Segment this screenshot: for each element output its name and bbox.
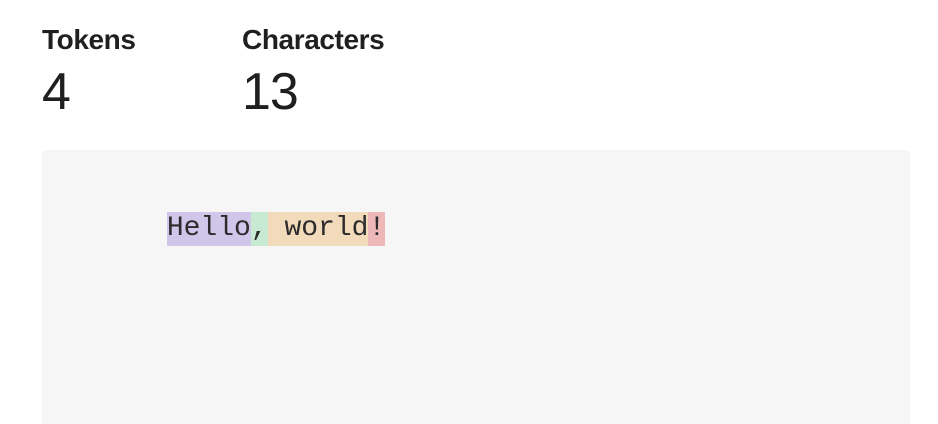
token-comma: , — [250, 212, 268, 246]
tokens-count: 4 — [42, 63, 71, 121]
characters-count: 13 — [242, 63, 299, 121]
characters-stat: Characters 13 — [242, 22, 385, 122]
tokens-stat: Tokens 4 — [42, 22, 136, 122]
token-world: world — [267, 212, 369, 246]
token-hello: Hello — [166, 212, 251, 246]
tokens-label: Tokens — [42, 24, 136, 55]
token-exclamation: ! — [368, 212, 386, 246]
token-visualization-panel: Hello, world! — [42, 150, 910, 424]
tokenizer-page: Tokens 4 Characters 13 Hello, world! — [0, 0, 938, 424]
token-text: Hello, world! — [66, 178, 386, 280]
characters-label: Characters — [242, 24, 385, 55]
